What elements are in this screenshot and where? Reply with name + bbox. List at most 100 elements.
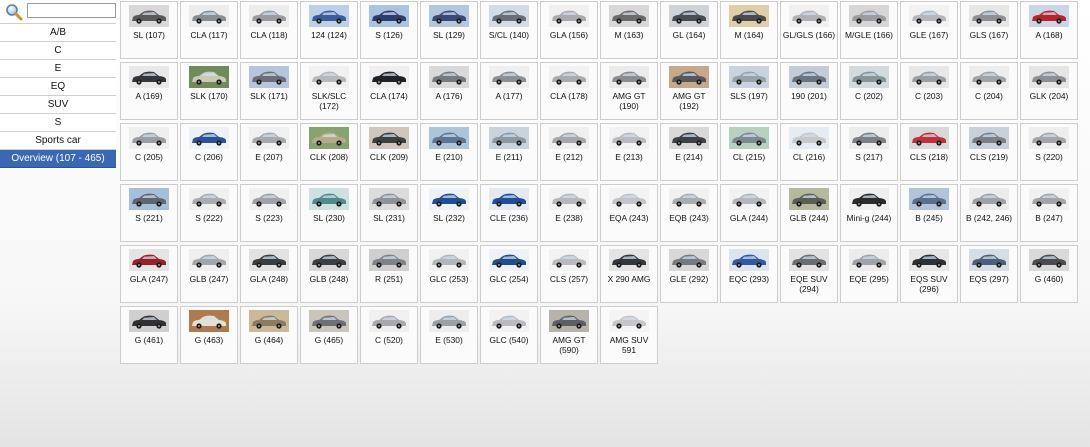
model-tile[interactable]: 190 (201): [780, 62, 838, 120]
model-tile[interactable]: CLA (174): [360, 62, 418, 120]
model-tile[interactable]: EQC (293): [720, 245, 778, 303]
model-tile[interactable]: AMG GT (590): [540, 306, 598, 364]
model-tile[interactable]: M/GLE (166): [840, 1, 898, 59]
model-tile[interactable]: GLB (247): [180, 245, 238, 303]
model-tile[interactable]: EQS (297): [960, 245, 1018, 303]
model-tile[interactable]: E (207): [240, 123, 298, 181]
model-tile[interactable]: S (217): [840, 123, 898, 181]
model-tile[interactable]: C (206): [180, 123, 238, 181]
model-tile[interactable]: CLA (178): [540, 62, 598, 120]
model-tile[interactable]: M (164): [720, 1, 778, 59]
model-tile[interactable]: C (202): [840, 62, 898, 120]
model-tile[interactable]: E (214): [660, 123, 718, 181]
model-tile[interactable]: GL (164): [660, 1, 718, 59]
model-tile[interactable]: SLK (170): [180, 62, 238, 120]
model-tile[interactable]: EQA (243): [600, 184, 658, 242]
sidebar-item-c[interactable]: C: [0, 42, 116, 60]
model-tile[interactable]: GLA (156): [540, 1, 598, 59]
model-tile[interactable]: R (251): [360, 245, 418, 303]
model-tile[interactable]: M (163): [600, 1, 658, 59]
model-tile[interactable]: S (223): [240, 184, 298, 242]
model-tile[interactable]: SLS (197): [720, 62, 778, 120]
model-tile[interactable]: A (169): [120, 62, 178, 120]
model-tile[interactable]: CLE (236): [480, 184, 538, 242]
model-tile[interactable]: SL (129): [420, 1, 478, 59]
model-tile[interactable]: GLC (253): [420, 245, 478, 303]
model-tile[interactable]: SL (107): [120, 1, 178, 59]
model-tile[interactable]: CLS (218): [900, 123, 958, 181]
model-tile[interactable]: B (245): [900, 184, 958, 242]
model-tile[interactable]: E (212): [540, 123, 598, 181]
model-tile[interactable]: B (247): [1020, 184, 1078, 242]
model-tile[interactable]: CLS (219): [960, 123, 1018, 181]
model-tile[interactable]: GLB (248): [300, 245, 358, 303]
model-label: C (206): [195, 152, 223, 162]
model-tile[interactable]: G (460): [1020, 245, 1078, 303]
model-tile[interactable]: CLS (257): [540, 245, 598, 303]
sidebar-item-sports-car[interactable]: Sports car: [0, 132, 116, 150]
model-tile[interactable]: S (126): [360, 1, 418, 59]
model-tile[interactable]: E (530): [420, 306, 478, 364]
model-tile[interactable]: S (222): [180, 184, 238, 242]
sidebar-item-eq[interactable]: EQ: [0, 78, 116, 96]
model-tile[interactable]: GLB (244): [780, 184, 838, 242]
model-tile[interactable]: X 290 AMG: [600, 245, 658, 303]
model-tile[interactable]: S/CL (140): [480, 1, 538, 59]
search-icon[interactable]: [5, 3, 23, 21]
model-tile[interactable]: E (238): [540, 184, 598, 242]
model-tile[interactable]: CLA (118): [240, 1, 298, 59]
model-tile[interactable]: EQS SUV (296): [900, 245, 958, 303]
model-tile[interactable]: E (211): [480, 123, 538, 181]
model-tile[interactable]: CLK (209): [360, 123, 418, 181]
sidebar-item-s[interactable]: S: [0, 114, 116, 132]
model-tile[interactable]: S (220): [1020, 123, 1078, 181]
model-tile[interactable]: CL (216): [780, 123, 838, 181]
model-tile[interactable]: SLK/SLC (172): [300, 62, 358, 120]
model-tile[interactable]: S (221): [120, 184, 178, 242]
model-tile[interactable]: CLK (208): [300, 123, 358, 181]
model-tile[interactable]: EQB (243): [660, 184, 718, 242]
model-tile[interactable]: EQE (295): [840, 245, 898, 303]
sidebar-item-suv[interactable]: SUV: [0, 96, 116, 114]
model-tile[interactable]: E (213): [600, 123, 658, 181]
model-tile[interactable]: GL/GLS (166): [780, 1, 838, 59]
model-tile[interactable]: GLE (292): [660, 245, 718, 303]
model-tile[interactable]: G (463): [180, 306, 238, 364]
model-tile[interactable]: AMG GT (192): [660, 62, 718, 120]
model-tile[interactable]: EQE SUV (294): [780, 245, 838, 303]
model-tile[interactable]: Mini-g (244): [840, 184, 898, 242]
model-tile[interactable]: SL (232): [420, 184, 478, 242]
model-tile[interactable]: E (210): [420, 123, 478, 181]
model-tile[interactable]: G (461): [120, 306, 178, 364]
model-tile[interactable]: GLA (244): [720, 184, 778, 242]
model-tile[interactable]: SL (231): [360, 184, 418, 242]
sidebar-item-e[interactable]: E: [0, 60, 116, 78]
model-tile[interactable]: G (464): [240, 306, 298, 364]
model-tile[interactable]: C (520): [360, 306, 418, 364]
model-tile[interactable]: CL (215): [720, 123, 778, 181]
model-tile[interactable]: GLS (167): [960, 1, 1018, 59]
model-tile[interactable]: AMG GT (190): [600, 62, 658, 120]
model-tile[interactable]: C (203): [900, 62, 958, 120]
model-tile[interactable]: GLA (247): [120, 245, 178, 303]
model-tile[interactable]: B (242, 246): [960, 184, 1018, 242]
model-tile[interactable]: GLA (248): [240, 245, 298, 303]
model-tile[interactable]: A (168): [1020, 1, 1078, 59]
model-tile[interactable]: A (177): [480, 62, 538, 120]
model-tile[interactable]: GLE (167): [900, 1, 958, 59]
model-tile[interactable]: GLK (204): [1020, 62, 1078, 120]
model-tile[interactable]: GLC (540): [480, 306, 538, 364]
model-tile[interactable]: SLK (171): [240, 62, 298, 120]
sidebar-item-a-b[interactable]: A/B: [0, 23, 116, 42]
model-tile[interactable]: AMG SUV 591: [600, 306, 658, 364]
model-tile[interactable]: 124 (124): [300, 1, 358, 59]
sidebar-item-overview-107-465[interactable]: Overview (107 - 465): [0, 150, 116, 168]
model-tile[interactable]: CLA (117): [180, 1, 238, 59]
model-tile[interactable]: A (176): [420, 62, 478, 120]
model-tile[interactable]: C (204): [960, 62, 1018, 120]
model-tile[interactable]: SL (230): [300, 184, 358, 242]
model-tile[interactable]: GLC (254): [480, 245, 538, 303]
search-input[interactable]: [27, 3, 116, 18]
model-tile[interactable]: C (205): [120, 123, 178, 181]
model-tile[interactable]: G (465): [300, 306, 358, 364]
